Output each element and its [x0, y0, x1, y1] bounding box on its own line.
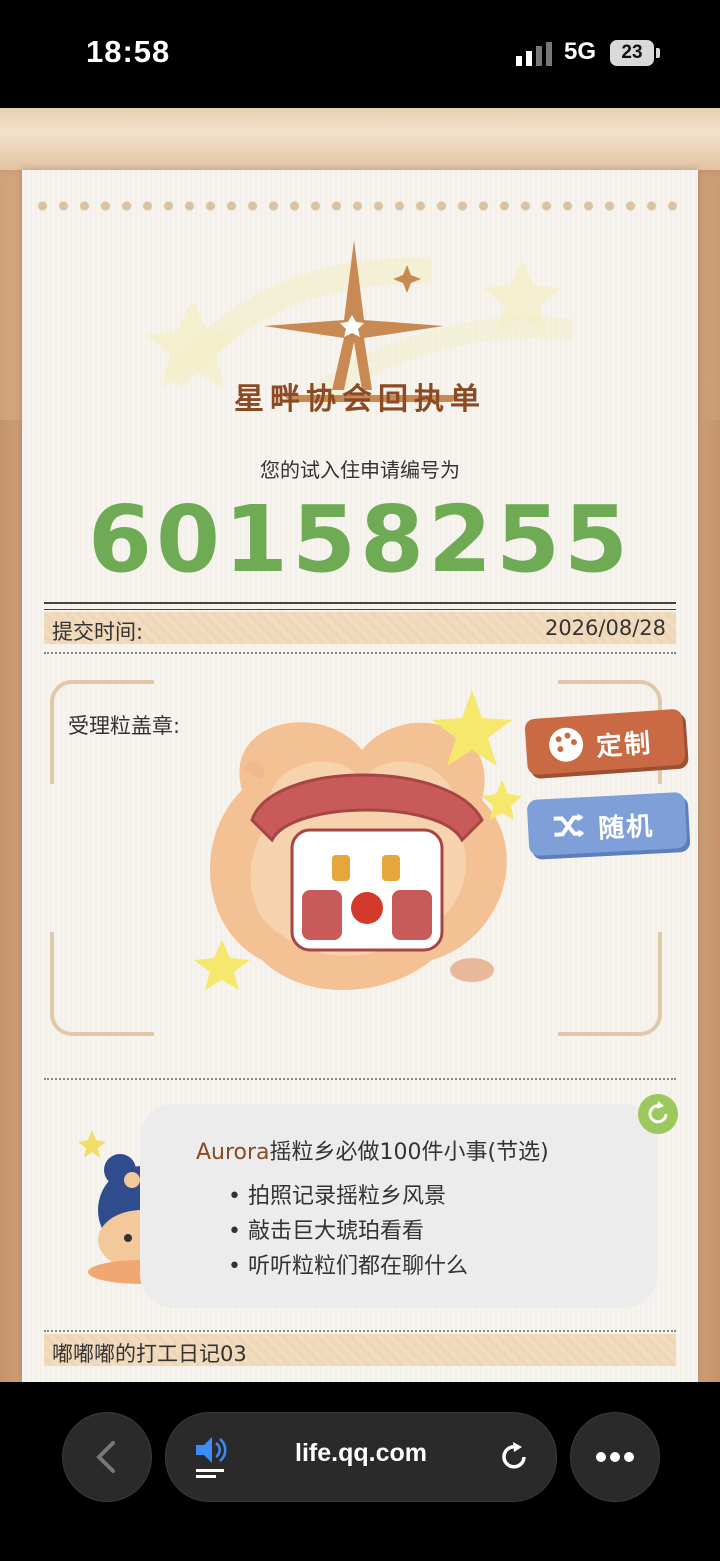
- list-item: 拍照记录摇粒乡风景: [228, 1178, 468, 1213]
- perforation-dots: [32, 200, 688, 212]
- submit-time-label: 提交时间:: [52, 620, 144, 644]
- application-number: 60158255: [87, 486, 633, 593]
- status-time: 18:58: [86, 34, 171, 69]
- tips-card: Aurora摇粒乡必做100件小事(节选) 拍照记录摇粒乡风景 敲击巨大琥珀看看…: [140, 1104, 658, 1308]
- custom-button[interactable]: 定制: [524, 708, 686, 776]
- tips-title-text: 摇粒乡必做100件小事(节选): [269, 1140, 549, 1165]
- refresh-icon[interactable]: [638, 1094, 678, 1134]
- status-bar: 18:58 5G 23: [0, 0, 720, 108]
- application-number-caption: 您的试入住申请编号为: [260, 458, 460, 482]
- stamp-label: 受理粒盖章:: [68, 714, 181, 738]
- custom-button-label: 定制: [595, 728, 654, 763]
- submit-time-row: 提交时间: 2026/08/28: [44, 612, 676, 644]
- dotted-divider: [44, 1078, 676, 1080]
- diary-row[interactable]: 嘟嘟嘟的打工日记03: [44, 1334, 676, 1366]
- more-dots-icon: [596, 1452, 634, 1462]
- random-button[interactable]: 随机: [526, 791, 688, 857]
- dotted-divider: [44, 652, 676, 654]
- tips-list: 拍照记录摇粒乡风景 敲击巨大琥珀看看 听听粒粒们都在聊什么: [228, 1178, 468, 1283]
- browser-toolbar: life.qq.com: [0, 1382, 720, 1561]
- dotted-divider: [44, 1330, 676, 1332]
- stamp-frame-corner: [50, 932, 154, 1036]
- reload-icon[interactable]: [498, 1441, 530, 1473]
- network-type: 5G: [564, 38, 597, 65]
- address-bar[interactable]: life.qq.com: [165, 1412, 557, 1502]
- diary-label: 嘟嘟嘟的打工日记03: [52, 1342, 247, 1366]
- cellular-signal-icon: [516, 42, 552, 66]
- back-button[interactable]: [62, 1412, 152, 1502]
- double-divider: [44, 602, 676, 610]
- palette-icon: [549, 727, 584, 762]
- receipt-paper: 星畔协会回执单 您的试入住申请编号为 60158255 提交时间: 2026/0…: [22, 170, 698, 1382]
- random-button-label: 随机: [597, 811, 655, 845]
- more-button[interactable]: [570, 1412, 660, 1502]
- battery-icon: 23: [610, 40, 654, 66]
- stamp-frame-corner: [558, 932, 662, 1036]
- list-item: 敲击巨大琥珀看看: [228, 1213, 468, 1248]
- wood-header: [0, 108, 720, 170]
- submit-time-value: 2026/08/28: [544, 616, 666, 640]
- tips-title: Aurora摇粒乡必做100件小事(节选): [196, 1134, 549, 1166]
- telephone-stamp-icon: [194, 690, 522, 990]
- chevron-left-icon: [96, 1441, 115, 1473]
- tips-title-brand: Aurora: [196, 1140, 270, 1165]
- list-item: 听听粒粒们都在聊什么: [228, 1248, 468, 1283]
- web-page: 星畔协会回执单 您的试入住申请编号为 60158255 提交时间: 2026/0…: [0, 108, 720, 1382]
- battery-tip: [656, 48, 660, 58]
- shuffle-icon: [553, 813, 585, 838]
- logo-title: 星畔协会回执单: [234, 382, 486, 417]
